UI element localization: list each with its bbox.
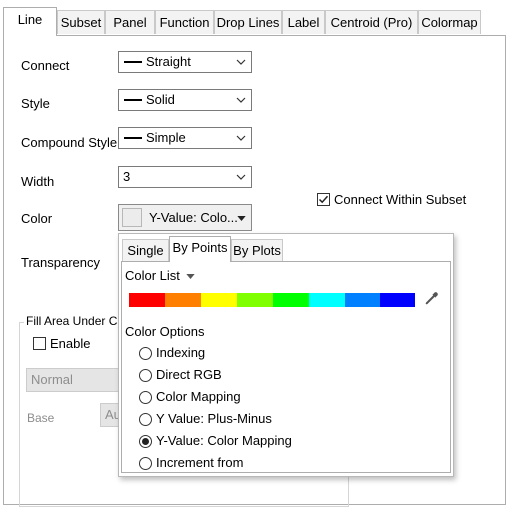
tab-line[interactable]: Line xyxy=(3,7,57,36)
compound-style-value: Simple xyxy=(146,130,186,145)
color-list-strip[interactable] xyxy=(129,293,415,307)
compound-style-label: Compound Style xyxy=(21,135,118,150)
transparency-label: Transparency xyxy=(21,255,100,270)
tab-centroid-pro[interactable]: Centroid (Pro) xyxy=(325,10,418,34)
tab-function[interactable]: Function xyxy=(155,10,214,34)
chevron-down-icon xyxy=(236,97,246,103)
style-dropdown[interactable]: Solid xyxy=(118,89,252,111)
color-label: Color xyxy=(21,211,53,226)
chevron-down-icon xyxy=(236,174,246,180)
color-list-swatch xyxy=(345,293,380,307)
color-value: Y-Value: Colo... xyxy=(149,210,238,225)
color-list-swatch xyxy=(380,293,415,307)
tab-bar: Line Subset Panel Function Drop Lines La… xyxy=(0,0,507,36)
radio-y-value-plus-minus[interactable] xyxy=(139,413,152,426)
tab-panel[interactable]: Panel xyxy=(105,10,155,34)
connect-within-subset-label: Connect Within Subset xyxy=(334,192,467,207)
base-label: Base xyxy=(27,411,55,425)
tab-label[interactable]: Label xyxy=(282,10,325,34)
color-popup: Single By Points By Plots Color List Col… xyxy=(118,233,454,477)
connect-value: Straight xyxy=(146,54,191,69)
caret-down-icon xyxy=(185,274,195,280)
color-options-label: Color Options xyxy=(125,324,205,339)
connect-label: Connect xyxy=(21,58,70,73)
radio-y-value-plus-minus-label: Y Value: Plus-Minus xyxy=(156,411,272,426)
color-list-label[interactable]: Color List xyxy=(125,268,195,283)
radio-direct-rgb[interactable] xyxy=(139,369,152,382)
width-label: Width xyxy=(21,174,55,189)
line-sample-icon xyxy=(124,99,142,101)
color-list-text: Color List xyxy=(125,268,180,283)
radio-direct-rgb-label: Direct RGB xyxy=(156,367,222,382)
check-icon xyxy=(318,195,329,204)
color-list-swatch xyxy=(309,293,345,307)
compound-style-dropdown[interactable]: Simple xyxy=(118,127,252,149)
style-label: Style xyxy=(21,96,50,111)
color-list-swatch xyxy=(201,293,237,307)
color-list-swatch xyxy=(237,293,273,307)
caret-down-icon xyxy=(237,216,246,221)
connect-within-subset-checkbox[interactable] xyxy=(317,193,330,206)
tab-subset[interactable]: Subset xyxy=(57,10,105,34)
color-dropdown[interactable]: Y-Value: Colo... xyxy=(118,204,252,231)
radio-increment-from-label: Increment from xyxy=(156,455,244,470)
radio-y-value-color-mapping-label: Y-Value: Color Mapping xyxy=(156,433,292,448)
fill-mode-value: Normal xyxy=(31,372,73,387)
radio-color-mapping[interactable] xyxy=(139,391,152,404)
color-list-swatch xyxy=(129,293,165,307)
connect-dropdown[interactable]: Straight xyxy=(118,51,252,73)
radio-y-value-color-mapping[interactable] xyxy=(139,435,152,448)
chevron-down-icon xyxy=(236,59,246,65)
popup-tab-by-points[interactable]: By Points xyxy=(169,236,231,262)
fill-area-enable-label: Enable xyxy=(50,336,91,351)
tab-colormap[interactable]: Colormap xyxy=(418,10,481,34)
width-combo[interactable]: 3 xyxy=(118,166,252,188)
tab-drop-lines[interactable]: Drop Lines xyxy=(214,10,282,34)
radio-increment-from[interactable] xyxy=(139,457,152,470)
line-sample-icon xyxy=(124,61,142,63)
fill-mode-dropdown[interactable]: Normal xyxy=(26,368,126,392)
fill-area-group-label: Fill Area Under Cu xyxy=(24,314,127,328)
radio-indexing[interactable] xyxy=(139,347,152,360)
width-value: 3 xyxy=(123,169,131,184)
popup-tab-by-plots[interactable]: By Plots xyxy=(231,239,283,261)
color-swatch-icon xyxy=(122,208,142,227)
color-list-swatch xyxy=(165,293,201,307)
popup-tab-single[interactable]: Single xyxy=(122,239,169,261)
radio-indexing-label: Indexing xyxy=(156,345,206,360)
line-sample-icon xyxy=(124,137,142,139)
chevron-down-icon xyxy=(236,135,246,141)
color-list-swatch xyxy=(273,293,309,307)
eyedropper-icon[interactable] xyxy=(424,291,439,306)
style-value: Solid xyxy=(146,92,175,107)
radio-color-mapping-label: Color Mapping xyxy=(156,389,241,404)
fill-area-enable-checkbox[interactable] xyxy=(33,337,46,350)
